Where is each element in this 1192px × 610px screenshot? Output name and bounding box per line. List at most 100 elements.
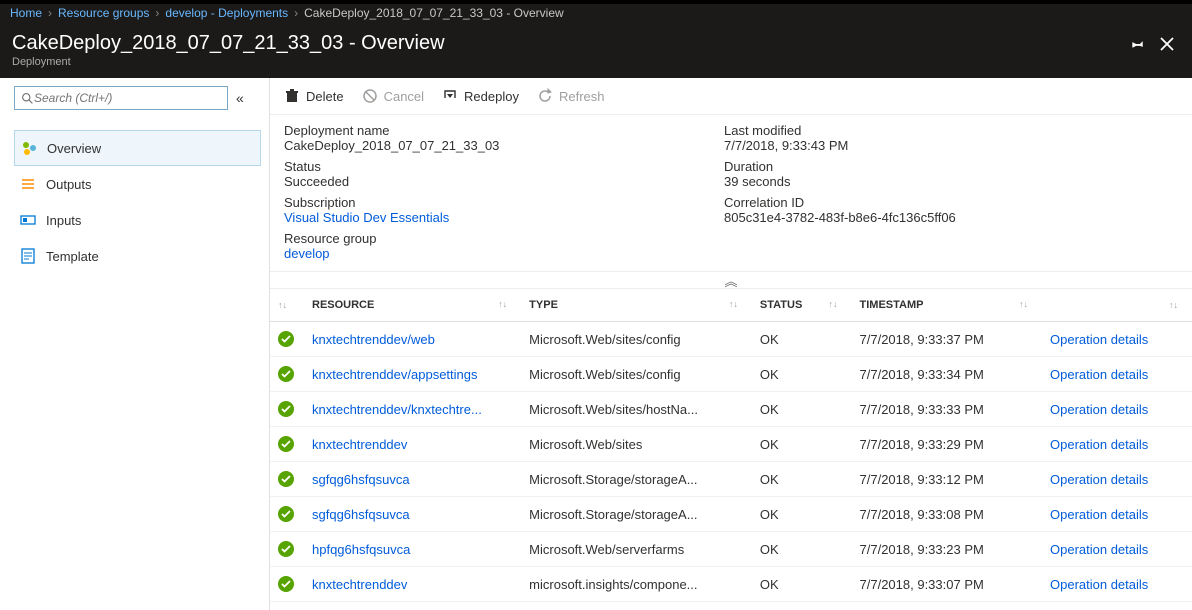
sort-icon[interactable]: ↑↓ xyxy=(1019,299,1028,309)
sort-icon[interactable]: ↑↓ xyxy=(729,299,738,309)
timestamp-cell: 7/7/2018, 9:33:33 PM xyxy=(852,392,1042,427)
operation-details-link[interactable]: Operation details xyxy=(1050,332,1148,347)
close-icon[interactable] xyxy=(1160,37,1174,51)
breadcrumb-resource-groups[interactable]: Resource groups xyxy=(58,6,149,20)
table-row: knxtechtrenddev/appsettingsMicrosoft.Web… xyxy=(270,357,1192,392)
table-row: knxtechtrenddev/web Microsoft.Web/sites/c… xyxy=(270,322,1192,357)
status-text-cell: OK xyxy=(752,462,852,497)
table-row: knxtechtrenddevMicrosoft.Web/sitesOK7/7/… xyxy=(270,427,1192,462)
resource-link[interactable]: sgfqg6hsfqsuvca xyxy=(312,472,410,487)
operations-table: ↑↓ RESOURCE↑↓ TYPE↑↓ STATUS↑↓ TIMESTAMP↑… xyxy=(270,289,1192,602)
col-status[interactable]: STATUS↑↓ xyxy=(752,289,852,322)
check-circle-icon xyxy=(278,331,294,347)
delete-button[interactable]: Delete xyxy=(284,88,344,104)
outputs-icon xyxy=(20,176,36,192)
details-cell: Operation details xyxy=(1042,532,1192,567)
page-title: CakeDeploy_2018_07_07_21_33_03 - Overvie… xyxy=(12,32,445,55)
collapse-properties-toggle[interactable]: ︽ xyxy=(270,271,1192,289)
check-circle-icon xyxy=(278,366,294,382)
check-circle-icon xyxy=(278,576,294,592)
button-label: Delete xyxy=(306,89,344,104)
operation-details-link[interactable]: Operation details xyxy=(1050,367,1148,382)
prop-value-duration: 39 seconds xyxy=(724,174,1178,189)
status-cell xyxy=(270,567,304,602)
resource-link[interactable]: knxtechtrenddev xyxy=(312,437,407,452)
breadcrumb-current: CakeDeploy_2018_07_07_21_33_03 - Overvie… xyxy=(304,6,564,20)
sidebar-item-label: Template xyxy=(46,249,99,264)
prop-label-subscription: Subscription xyxy=(284,195,724,210)
button-label: Redeploy xyxy=(464,89,519,104)
search-input-wrap[interactable] xyxy=(14,86,228,110)
page-subtitle: Deployment xyxy=(12,56,445,68)
timestamp-cell: 7/7/2018, 9:33:29 PM xyxy=(852,427,1042,462)
sidebar: « Overview Outputs Inputs xyxy=(0,78,270,610)
template-icon xyxy=(20,248,36,264)
resource-link[interactable]: knxtechtrenddev/appsettings xyxy=(312,367,478,382)
chevron-right-icon: › xyxy=(294,6,298,20)
prop-value-subscription[interactable]: Visual Studio Dev Essentials xyxy=(284,210,449,225)
sidebar-item-overview[interactable]: Overview xyxy=(14,130,261,166)
resource-link[interactable]: sgfqg6hsfqsuvca xyxy=(312,507,410,522)
type-cell: Microsoft.Storage/storageA... xyxy=(521,497,752,532)
table-row: knxtechtrenddev microsoft.insights/compon… xyxy=(270,567,1192,602)
col-resource[interactable]: RESOURCE↑↓ xyxy=(304,289,521,322)
operation-details-link[interactable]: Operation details xyxy=(1050,577,1148,592)
check-circle-icon xyxy=(278,506,294,522)
inputs-icon xyxy=(20,212,36,228)
collapse-sidebar-icon[interactable]: « xyxy=(236,90,244,106)
details-cell: Operation details xyxy=(1042,357,1192,392)
timestamp-cell: 7/7/2018, 9:33:07 PM xyxy=(852,567,1042,602)
col-timestamp[interactable]: TIMESTAMP↑↓ xyxy=(852,289,1042,322)
col-type[interactable]: TYPE↑↓ xyxy=(521,289,752,322)
resource-link[interactable]: knxtechtrenddev/web xyxy=(312,332,435,347)
resource-cell: sgfqg6hsfqsuvca xyxy=(304,497,521,532)
sidebar-item-outputs[interactable]: Outputs xyxy=(14,166,261,202)
button-label: Refresh xyxy=(559,89,605,104)
sort-icon[interactable]: ↑↓ xyxy=(278,300,287,310)
redeploy-button[interactable]: Redeploy xyxy=(442,88,519,104)
operation-details-link[interactable]: Operation details xyxy=(1050,437,1148,452)
type-cell: Microsoft.Storage/storageA... xyxy=(521,462,752,497)
status-text-cell: OK xyxy=(752,322,852,357)
sidebar-item-label: Outputs xyxy=(46,177,92,192)
prop-label-duration: Duration xyxy=(724,159,1178,174)
operations-table-wrap[interactable]: ↑↓ RESOURCE↑↓ TYPE↑↓ STATUS↑↓ TIMESTAMP↑… xyxy=(270,289,1192,610)
timestamp-cell: 7/7/2018, 9:33:08 PM xyxy=(852,497,1042,532)
refresh-button[interactable]: Refresh xyxy=(537,88,605,104)
pin-icon[interactable] xyxy=(1130,36,1146,52)
resource-link[interactable]: hpfqg6hsfqsuvca xyxy=(312,542,410,557)
details-cell: Operation details xyxy=(1042,427,1192,462)
sort-icon[interactable]: ↑↓ xyxy=(1169,300,1178,310)
breadcrumb-develop-deployments[interactable]: develop - Deployments xyxy=(165,6,288,20)
search-input[interactable] xyxy=(34,91,221,105)
search-icon xyxy=(21,92,34,105)
status-cell xyxy=(270,497,304,532)
table-row: hpfqg6hsfqsuvcaMicrosoft.Web/serverfarms… xyxy=(270,532,1192,567)
chevron-right-icon: › xyxy=(48,6,52,20)
properties-grid: Deployment name CakeDeploy_2018_07_07_21… xyxy=(270,115,1192,271)
breadcrumb-home[interactable]: Home xyxy=(10,6,42,20)
timestamp-cell: 7/7/2018, 9:33:37 PM xyxy=(852,322,1042,357)
prop-label-resourcegroup: Resource group xyxy=(284,231,724,246)
chevron-right-icon: › xyxy=(155,6,159,20)
status-text-cell: OK xyxy=(752,532,852,567)
type-cell: Microsoft.Web/sites/config xyxy=(521,322,752,357)
sort-icon[interactable]: ↑↓ xyxy=(829,299,838,309)
resource-link[interactable]: knxtechtrenddev/knxtechtre... xyxy=(312,402,482,417)
operation-details-link[interactable]: Operation details xyxy=(1050,472,1148,487)
operation-details-link[interactable]: Operation details xyxy=(1050,542,1148,557)
resource-link[interactable]: knxtechtrenddev xyxy=(312,577,407,592)
prop-value-resourcegroup[interactable]: develop xyxy=(284,246,330,261)
prop-value-lastmodified: 7/7/2018, 9:33:43 PM xyxy=(724,138,1178,153)
sidebar-item-template[interactable]: Template xyxy=(14,238,261,274)
main-panel: Delete Cancel Redeploy Refresh Deploymen… xyxy=(270,78,1192,610)
resource-cell: knxtechtrenddev/appsettings xyxy=(304,357,521,392)
prop-label-lastmodified: Last modified xyxy=(724,123,1178,138)
sidebar-item-inputs[interactable]: Inputs xyxy=(14,202,261,238)
operation-details-link[interactable]: Operation details xyxy=(1050,507,1148,522)
status-text-cell: OK xyxy=(752,427,852,462)
type-cell: microsoft.insights/compone... xyxy=(521,567,752,602)
sort-icon[interactable]: ↑↓ xyxy=(498,299,507,309)
operation-details-link[interactable]: Operation details xyxy=(1050,402,1148,417)
table-row: sgfqg6hsfqsuvca Microsoft.Storage/storage… xyxy=(270,462,1192,497)
